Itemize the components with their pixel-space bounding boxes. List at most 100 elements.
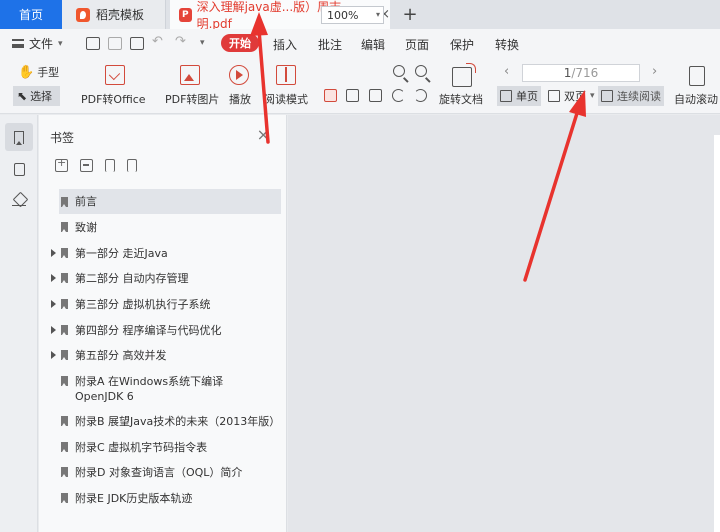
bookmark-flag-icon bbox=[61, 376, 68, 386]
bookmark-label: 附录E JDK历史版本轨迹 bbox=[75, 492, 193, 505]
file-menu-label: 文件 bbox=[29, 37, 54, 51]
expand-arrow-icon[interactable] bbox=[51, 326, 56, 334]
expand-arrow-icon[interactable] bbox=[51, 249, 56, 257]
bookmark-item[interactable]: 附录D 对象查询语言（OQL）简介 bbox=[59, 465, 281, 480]
rotate-right-icon[interactable] bbox=[414, 89, 427, 102]
menu-annotate[interactable]: 批注 bbox=[318, 36, 342, 53]
tab-template-label: 稻壳模板 bbox=[96, 8, 145, 22]
bookmark-item[interactable]: 致谢 bbox=[59, 220, 281, 235]
bookmark-item[interactable]: 附录A 在Windows系统下编译OpenJDK 6 bbox=[59, 374, 259, 404]
bookmark-flag-icon bbox=[61, 442, 68, 452]
document-page bbox=[714, 135, 720, 532]
bookmark-label: 附录B 展望Java技术的未来（2013年版） bbox=[75, 415, 281, 428]
single-page-label: 单页 bbox=[516, 90, 538, 103]
pdf-file-icon: P bbox=[179, 7, 192, 22]
menu-page[interactable]: 页面 bbox=[405, 36, 429, 53]
thumbnail-panel-button[interactable] bbox=[5, 155, 33, 183]
hand-tool-label: 手型 bbox=[37, 66, 60, 79]
menu-convert[interactable]: 转换 bbox=[495, 36, 519, 53]
bookmark-flag-icon bbox=[61, 299, 68, 309]
print-icon[interactable] bbox=[130, 37, 144, 50]
undo-icon[interactable]: ↶ bbox=[152, 34, 166, 49]
bookmark-label: 附录D 对象查询语言（OQL）简介 bbox=[75, 466, 243, 479]
pdf-to-office-icon bbox=[105, 65, 125, 85]
double-page-label: 双页 bbox=[564, 90, 586, 103]
bookmark-item[interactable]: 前言 bbox=[59, 189, 281, 214]
continuous-read-icon bbox=[601, 90, 613, 102]
menu-protect[interactable]: 保护 bbox=[450, 36, 474, 53]
collapse-all-icon[interactable] bbox=[80, 159, 93, 172]
menu-edit[interactable]: 编辑 bbox=[361, 36, 385, 53]
zoom-value: 100% bbox=[327, 8, 359, 22]
bookmark-label: 第四部分 程序编译与代码优化 bbox=[75, 324, 222, 337]
file-menu[interactable]: 文件 ▾ bbox=[12, 35, 63, 52]
expand-all-icon[interactable] bbox=[55, 156, 68, 172]
redo-icon[interactable]: ↷ bbox=[175, 34, 189, 49]
delete-bookmark-icon[interactable] bbox=[127, 159, 137, 172]
bookmark-item[interactable]: 第二部分 自动内存管理 bbox=[51, 271, 281, 286]
quick-access-more-icon[interactable]: ▾ bbox=[200, 38, 214, 51]
bookmark-flag-icon bbox=[61, 196, 68, 207]
double-page-button[interactable]: 双页 ▾ bbox=[545, 86, 598, 106]
continuous-read-button[interactable]: 连续阅读 bbox=[598, 86, 664, 106]
auto-scroll-icon bbox=[689, 66, 705, 86]
fit-width-icon[interactable] bbox=[369, 89, 382, 102]
hamburger-icon bbox=[12, 39, 24, 48]
page-number-input[interactable]: 1/716 bbox=[522, 64, 640, 82]
bookmark-flag-icon bbox=[61, 493, 68, 503]
tab-home[interactable]: 首页 bbox=[0, 0, 62, 29]
bookmark-item[interactable]: 附录C 虚拟机字节码指令表 bbox=[59, 440, 281, 455]
expand-arrow-icon[interactable] bbox=[51, 274, 56, 282]
play-label: 播放 bbox=[229, 93, 251, 106]
new-tab-button[interactable]: + bbox=[397, 0, 423, 29]
signature-icon bbox=[12, 196, 26, 206]
bookmark-item[interactable]: 第一部分 走近Java bbox=[51, 246, 281, 261]
thumbnail-icon bbox=[13, 162, 25, 176]
bookmark-item[interactable]: 第四部分 程序编译与代码优化 bbox=[51, 323, 281, 338]
cursor-arrow-icon: ⬉ bbox=[17, 89, 28, 103]
continuous-read-label: 连续阅读 bbox=[617, 90, 661, 103]
bookmark-item[interactable]: 附录E JDK历史版本轨迹 bbox=[59, 491, 281, 506]
rotate-left-icon[interactable] bbox=[392, 89, 405, 102]
bookmark-flag-icon bbox=[61, 222, 68, 232]
bookmark-panel-button[interactable] bbox=[5, 123, 33, 151]
bookmark-tools bbox=[55, 156, 137, 172]
add-bookmark-icon[interactable] bbox=[105, 159, 115, 172]
zoom-out-icon[interactable] bbox=[393, 65, 405, 77]
signature-panel-button[interactable] bbox=[5, 187, 33, 215]
bookmark-item[interactable]: 第三部分 虚拟机执行子系统 bbox=[51, 297, 281, 312]
menu-bar: 文件 ▾ ↶ ↷ ▾ 开始 插入 批注 编辑 页面 保护 转换 bbox=[0, 29, 720, 58]
chevron-down-icon: ▾ bbox=[375, 10, 380, 19]
play-icon bbox=[229, 65, 249, 85]
save-icon[interactable] bbox=[108, 37, 122, 50]
open-folder-icon[interactable] bbox=[86, 37, 100, 50]
previous-page-icon[interactable]: ‹ bbox=[504, 64, 509, 79]
bookmark-item[interactable]: 附录B 展望Java技术的未来（2013年版） bbox=[59, 414, 281, 429]
bookmark-item[interactable]: 第五部分 高效并发 bbox=[51, 348, 281, 363]
hand-tool-button[interactable]: ✋ 手型 bbox=[18, 64, 59, 80]
tab-template[interactable]: 稻壳模板 bbox=[62, 0, 166, 29]
zoom-in-icon[interactable] bbox=[415, 65, 427, 77]
next-page-icon[interactable]: › bbox=[652, 64, 657, 79]
menu-insert[interactable]: 插入 bbox=[273, 36, 297, 53]
expand-arrow-icon[interactable] bbox=[51, 300, 56, 308]
bookmark-flag-icon bbox=[61, 325, 68, 335]
document-viewport[interactable] bbox=[288, 115, 720, 532]
auto-scroll-label: 自动滚动 bbox=[674, 93, 718, 106]
menu-start[interactable]: 开始 bbox=[221, 34, 259, 52]
fit-page-icon[interactable] bbox=[346, 89, 359, 102]
close-panel-icon[interactable]: × bbox=[257, 125, 270, 144]
double-page-icon bbox=[548, 90, 560, 102]
single-page-button[interactable]: 单页 bbox=[497, 86, 541, 106]
side-rail bbox=[0, 115, 38, 532]
select-tool-label: 选择 bbox=[30, 90, 53, 103]
select-tool-button[interactable]: ⬉ 选择 bbox=[13, 86, 60, 106]
bookmark-label: 第二部分 自动内存管理 bbox=[75, 272, 189, 285]
bookmark-flag-icon bbox=[61, 416, 68, 426]
expand-arrow-icon[interactable] bbox=[51, 351, 56, 359]
actual-size-icon[interactable] bbox=[324, 89, 337, 102]
zoom-select[interactable]: 100% ▾ bbox=[321, 6, 384, 24]
bookmark-panel: 书签 × 前言 致谢 第一部分 走近Java 第二部分 自动内存管理 第三部 bbox=[39, 115, 287, 532]
pdf-to-office-label: PDF转Office bbox=[81, 93, 146, 106]
tab-home-label: 首页 bbox=[18, 8, 43, 22]
